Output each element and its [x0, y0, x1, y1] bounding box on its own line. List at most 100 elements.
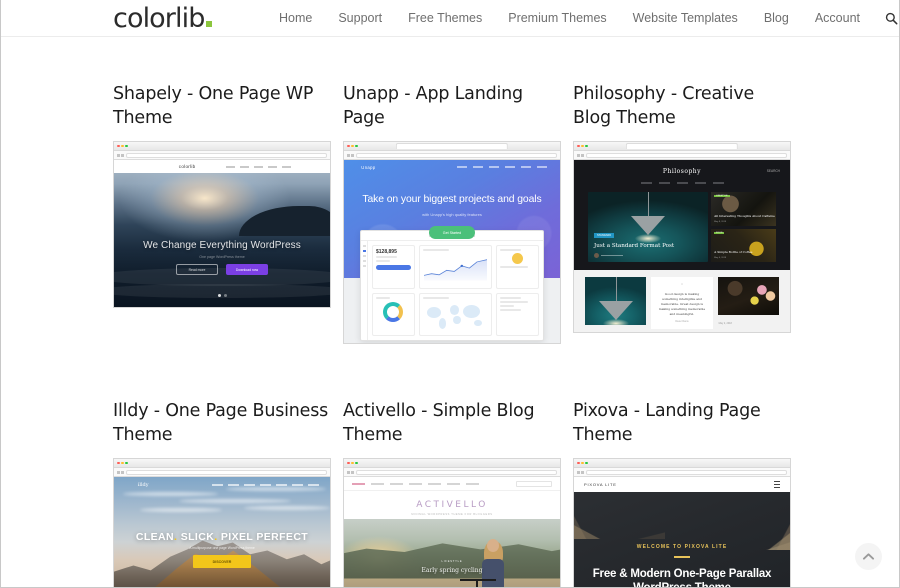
theme-thumbnail-philosophy[interactable]: Philosophy SEARCH STANDARD Just a Standa… — [573, 141, 791, 333]
shapely-subline: One page WordPress theme — [199, 255, 245, 259]
nav-item-support[interactable]: Support — [325, 0, 395, 37]
logo-dot — [206, 21, 213, 27]
lamp-glow — [602, 319, 629, 325]
theme-title-pixova[interactable]: Pixova - Landing Page Theme — [573, 399, 791, 447]
theme-thumbnail-unapp[interactable]: Unapp Take on your biggest projects and … — [343, 141, 561, 344]
philosophy-lamp-photo — [585, 277, 647, 325]
theme-title-activello[interactable]: Activello - Simple Blog Theme — [343, 399, 561, 447]
philosophy-quote-author: Dieter Rams — [675, 320, 689, 323]
theme-title-unapp[interactable]: Unapp - App Landing Page — [343, 82, 561, 130]
philosophy-preview: Philosophy SEARCH STANDARD Just a Standa… — [574, 160, 790, 332]
quote-mark-icon: “ — [680, 283, 684, 289]
browser-url-bar — [344, 468, 560, 477]
philosophy-photo-caption: May 2, 2018 — [718, 322, 732, 325]
philosophy-grid-col: May 2, 2018 — [717, 277, 779, 325]
search-icon[interactable] — [885, 12, 898, 25]
theme-title-shapely[interactable]: Shapely - One Page WP Theme — [113, 82, 331, 130]
pixova-preview: PIXOVA LITE WELCOME TO PIXOVA LITE Free … — [574, 477, 790, 587]
unapp-headline: Take on your biggest projects and goals — [362, 194, 542, 205]
window-close-dot — [577, 461, 580, 465]
nav-item-account[interactable]: Account — [802, 0, 873, 37]
dashboard-metric-card: $128,895 — [372, 245, 415, 289]
theme-card-shapely: Shapely - One Page WP Theme colorlib We … — [113, 82, 331, 308]
philosophy-side-post: LIFESTYLE All Interesting Thoughts About… — [711, 192, 776, 226]
window-minimize-dot — [121, 144, 124, 148]
browser-url-field — [126, 469, 327, 475]
scroll-to-top-button[interactable] — [855, 543, 882, 570]
activello-hero-title: Early spring cycling — [421, 566, 483, 574]
illdy-hero: illdy CLEAN. SLICK. PIXEL PERFECT A mult… — [114, 477, 330, 587]
illdy-preview: illdy CLEAN. SLICK. PIXEL PERFECT A mult… — [114, 477, 330, 587]
nav-item-free-themes[interactable]: Free Themes — [395, 0, 495, 37]
philosophy-header: Philosophy SEARCH STANDARD Just a Standa… — [574, 160, 790, 270]
browser-chrome-bar — [574, 459, 790, 468]
illdy-nav-links — [212, 484, 320, 486]
shapely-read-more-button: Read more — [176, 264, 218, 275]
browser-url-bar — [574, 151, 790, 160]
theme-thumbnail-shapely[interactable]: colorlib We Change Everything WordPress … — [113, 141, 331, 308]
nav-item-blog[interactable]: Blog — [751, 0, 802, 37]
pixova-hero-content: WELCOME TO PIXOVA LITE Free & Modern One… — [574, 492, 790, 587]
philosophy-side-post: FOOD A Simple Bottle of Coffee May 6, 20… — [711, 228, 776, 262]
browser-url-bar — [574, 468, 790, 477]
illdy-headline-word-1: CLEAN — [135, 531, 175, 543]
philosophy-post-title: Just a Standard Format Post — [594, 243, 675, 249]
philosophy-search-label: SEARCH — [766, 169, 780, 173]
browser-nav-arrows — [577, 153, 584, 157]
nav-item-home[interactable]: Home — [266, 0, 325, 37]
browser-url-field — [586, 152, 787, 158]
nav-item-website-templates[interactable]: Website Templates — [620, 0, 751, 37]
theme-title-philosophy[interactable]: Philosophy - Creative Blog Theme — [573, 82, 791, 130]
theme-thumbnail-illdy[interactable]: illdy CLEAN. SLICK. PIXEL PERFECT A mult… — [113, 458, 331, 587]
browser-url-field — [586, 469, 787, 475]
philosophy-side-date: May 6, 2018 — [714, 257, 727, 259]
shapely-topnav: colorlib — [114, 160, 330, 173]
illdy-headline: CLEAN. SLICK. PIXEL PERFECT — [135, 531, 309, 543]
dashboard-cards: $128,895 — [368, 241, 543, 340]
window-close-dot — [347, 144, 350, 148]
unapp-subline: with Unapp's high quality features — [422, 212, 482, 217]
site-logo[interactable]: colorlib — [113, 4, 213, 34]
window-minimize-dot — [121, 461, 124, 465]
browser-url-bar — [114, 151, 330, 160]
unapp-preview: Unapp Take on your biggest projects and … — [344, 160, 560, 343]
dashboard-metric-value: $128,895 — [376, 249, 397, 255]
theme-thumbnail-activello[interactable]: ACTIVELLO MINIMAL WORDPRESS THEME FOR BL… — [343, 458, 561, 587]
site-header: colorlib Home Support Free Themes Premiu… — [1, 0, 899, 37]
shapely-headline: We Change Everything WordPress — [143, 240, 301, 251]
shapely-slider-dots — [114, 294, 330, 297]
dashboard-chart-card — [418, 245, 493, 289]
dashboard-list-card — [496, 292, 539, 336]
browser-url-field — [356, 152, 557, 158]
activello-hero-kicker: LIFESTYLE — [441, 559, 463, 563]
shapely-download-button: Download now — [226, 264, 268, 275]
illdy-logo: illdy — [137, 482, 149, 488]
browser-nav-arrows — [347, 153, 354, 157]
theme-card-unapp: Unapp - App Landing Page Unapp Take on y… — [343, 82, 561, 344]
dashboard-report-button — [376, 265, 411, 270]
activello-brand: ACTIVELLO — [416, 500, 488, 510]
browser-mockup: Philosophy SEARCH STANDARD Just a Standa… — [573, 141, 791, 333]
window-minimize-dot — [581, 461, 584, 465]
browser-chrome-bar — [114, 142, 330, 151]
window-maximize-dot — [125, 144, 128, 148]
dashboard-line-chart — [423, 258, 488, 280]
nav-item-premium-themes[interactable]: Premium Themes — [495, 0, 619, 37]
shapely-nav-links — [226, 165, 292, 168]
theme-title-illdy[interactable]: Illdy - One Page Business Theme — [113, 399, 331, 447]
philosophy-side-title: All Interesting Thoughts About Caffeine — [714, 213, 775, 218]
window-maximize-dot — [585, 144, 588, 148]
browser-nav-arrows — [577, 470, 584, 474]
philosophy-brand: Philosophy — [662, 168, 702, 175]
browser-mockup: illdy CLEAN. SLICK. PIXEL PERFECT A mult… — [113, 458, 331, 587]
window-minimize-dot — [351, 144, 354, 148]
philosophy-side-posts: LIFESTYLE All Interesting Thoughts About… — [711, 192, 776, 262]
lamp-cord — [648, 192, 650, 218]
dashboard-award-badge — [512, 253, 523, 264]
illdy-cta-button: DISCOVER — [193, 555, 251, 568]
activello-hero-caption: LIFESTYLE Early spring cycling — [344, 560, 560, 574]
window-maximize-dot — [355, 144, 358, 148]
lamp-glow — [635, 234, 662, 243]
browser-url-field — [356, 469, 557, 475]
theme-thumbnail-pixova[interactable]: PIXOVA LITE WELCOME TO PIXOVA LITE Free … — [573, 458, 791, 587]
